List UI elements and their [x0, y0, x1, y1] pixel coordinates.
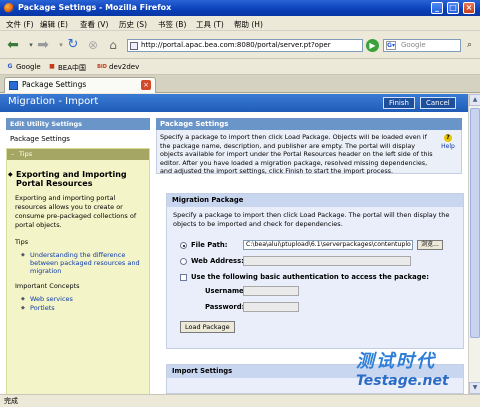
tips-title-text: Exporting and Importing Portal Resources — [16, 170, 127, 188]
bullet-icon: ◆ — [8, 171, 13, 178]
tips-description: Exporting and importing portal resources… — [15, 194, 137, 229]
migration-package-description: Specify a package to import then click L… — [173, 211, 450, 228]
window-titlebar: Package Settings - Mozilla Firefox _ □ × — [0, 0, 480, 16]
bookmark-label: dev2dev — [109, 63, 140, 71]
forward-arrow-icon[interactable]: ➡ — [36, 38, 50, 52]
menu-view[interactable]: 查看 (V) — [80, 19, 108, 30]
watermark-line1: 测试时代 — [356, 351, 436, 372]
page-title: Migration - Import — [8, 96, 99, 107]
maximize-icon[interactable]: □ — [447, 2, 459, 14]
tab-strip: Package Settings × — [0, 75, 480, 93]
status-text: 完成 — [4, 397, 18, 405]
home-icon[interactable]: ⌂ — [106, 38, 120, 52]
tips-title: ◆ Exporting and Importing Portal Resourc… — [8, 170, 143, 188]
portal-header: Migration - Import Finish Cancel — [0, 94, 468, 112]
firefox-logo-icon — [4, 3, 14, 13]
tab-close-icon[interactable]: × — [141, 80, 151, 90]
bookmark-label: BEA中国 — [58, 64, 87, 72]
migration-package-header: Migration Package — [167, 194, 463, 207]
navigation-toolbar: ⬅ ▾ ➡ ▾ ↻ ⊗ ⌂ http://portal.apac.bea.com… — [0, 31, 480, 59]
help-link[interactable]: ? Help — [438, 134, 458, 152]
watermark-line2: Testage.net — [356, 373, 449, 389]
web-address-label: Web Address: — [191, 257, 244, 265]
menu-help[interactable]: 帮助 (H) — [234, 19, 263, 30]
tab-package-settings[interactable]: Package Settings × — [4, 77, 156, 93]
tab-label: Package Settings — [22, 80, 87, 89]
bookmarks-toolbar: G Google ■ BEA中国 BID dev2dev — [0, 60, 480, 75]
concept-link-portlets[interactable]: Portlets — [30, 304, 55, 312]
file-path-radio[interactable] — [180, 242, 187, 249]
minimize-icon[interactable]: _ — [431, 2, 443, 14]
menu-bookmarks[interactable]: 书签 (B) — [158, 19, 186, 30]
stop-icon[interactable]: ⊗ — [86, 38, 100, 52]
password-label: Password: — [205, 303, 245, 311]
search-input[interactable]: G▾ Google — [383, 39, 461, 52]
bookmark-google[interactable]: G Google — [6, 63, 41, 71]
reload-icon[interactable]: ↻ — [66, 38, 80, 52]
url-input[interactable]: http://portal.apac.bea.com:8080/portal/s… — [127, 39, 363, 52]
package-settings-header: Package Settings — [156, 118, 462, 130]
tips-panel: Tips ◆ Exporting and Importing Portal Re… — [6, 148, 150, 394]
list-item: Web services — [21, 295, 143, 303]
cancel-button[interactable]: Cancel — [420, 97, 456, 109]
intro-text-box: Specify a package to import then click L… — [156, 130, 462, 175]
list-item: Portlets — [21, 304, 143, 312]
menu-tools[interactable]: 工具 (T) — [196, 19, 224, 30]
list-item: Understanding the difference between pac… — [21, 251, 143, 275]
dev2dev-favicon-icon: BID — [97, 64, 107, 70]
search-placeholder: Google — [401, 41, 426, 49]
go-arrow-icon[interactable]: ▶ — [366, 39, 379, 52]
load-package-button[interactable]: Load Package — [180, 321, 235, 333]
browse-button[interactable]: 浏览... — [417, 240, 443, 250]
tip-link-understanding-difference[interactable]: Understanding the difference between pac… — [30, 251, 140, 275]
scroll-down-icon[interactable]: ▼ — [469, 382, 480, 394]
google-favicon-icon: G — [7, 63, 13, 70]
migration-package-panel: Migration Package Specify a package to i… — [166, 193, 464, 349]
menu-bar: 文件 (F) 编辑 (E) 查看 (V) 历史 (S) 书签 (B) 工具 (T… — [0, 16, 480, 31]
username-label: Username: — [205, 287, 247, 295]
search-magnifier-icon[interactable]: ⌕ — [464, 40, 475, 51]
basic-auth-label: Use the following basic authentication t… — [191, 273, 429, 281]
scroll-thumb[interactable] — [470, 108, 480, 338]
password-input[interactable] — [243, 302, 299, 312]
bookmark-bea-china[interactable]: ■ BEA中国 — [48, 63, 86, 73]
scroll-up-icon[interactable]: ▲ — [469, 94, 480, 106]
username-input[interactable] — [243, 286, 299, 296]
basic-auth-checkbox[interactable] — [180, 274, 187, 281]
help-icon: ? — [444, 134, 452, 142]
tips-links: Understanding the difference between pac… — [21, 251, 143, 275]
tips-label: Tips — [15, 238, 29, 246]
google-engine-icon[interactable]: G▾ — [386, 41, 396, 50]
vertical-scrollbar[interactable]: ▲ ▼ — [468, 94, 480, 394]
tips-header[interactable]: Tips — [7, 149, 149, 160]
file-path-label: File Path: — [191, 241, 228, 249]
status-bar: 完成 — [0, 394, 480, 407]
menu-file[interactable]: 文件 (F) — [6, 19, 34, 30]
close-icon[interactable]: × — [463, 2, 475, 14]
bookmark-label: Google — [16, 63, 41, 71]
window-title: Package Settings - Mozilla Firefox — [18, 3, 172, 12]
bookmark-dev2dev[interactable]: BID dev2dev — [96, 63, 139, 71]
help-label: Help — [441, 143, 455, 150]
finish-button[interactable]: Finish — [383, 97, 415, 109]
package-settings-link[interactable]: Package Settings — [6, 130, 150, 148]
web-address-radio[interactable] — [180, 258, 187, 265]
concept-links: Web services Portlets — [21, 295, 143, 312]
page-favicon-icon — [9, 81, 18, 90]
intro-text: Specify a package to import then click L… — [160, 133, 433, 175]
file-path-input[interactable]: C:\bea\alui\ptupload\6.1\serverpackages\… — [243, 240, 413, 250]
bea-favicon-icon: ■ — [49, 63, 55, 70]
menu-history[interactable]: 历史 (S) — [119, 19, 147, 30]
concept-link-web-services[interactable]: Web services — [30, 295, 73, 303]
edit-utility-settings-header: Edit Utility Settings — [6, 118, 150, 130]
concepts-label: Important Concepts — [15, 282, 80, 290]
left-panel: Edit Utility Settings Package Settings T… — [6, 118, 150, 394]
back-arrow-icon[interactable]: ⬅ — [6, 38, 20, 52]
url-text: http://portal.apac.bea.com:8080/portal/s… — [141, 41, 331, 49]
watermark: 测试时代 Testage.net — [356, 347, 466, 393]
page-icon — [130, 42, 138, 50]
menu-edit[interactable]: 编辑 (E) — [40, 19, 68, 30]
web-address-input[interactable] — [243, 256, 411, 266]
